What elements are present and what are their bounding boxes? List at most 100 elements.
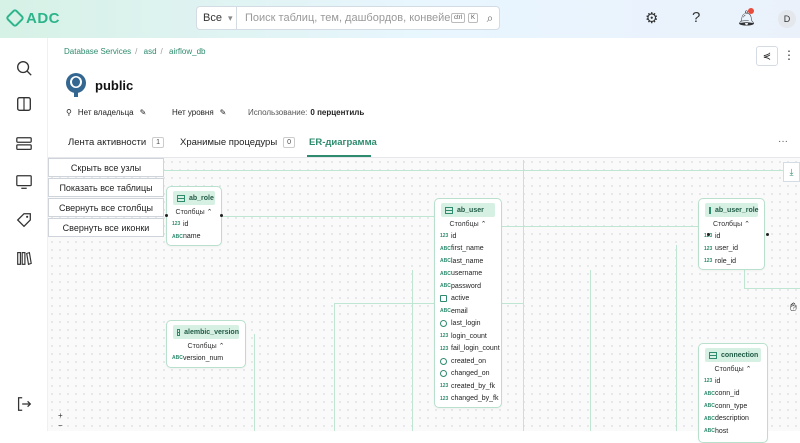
columns-toggle[interactable]: Столбцы ⌃ xyxy=(699,365,767,373)
breadcrumb: Database Services / asd / airflow_db xyxy=(64,47,206,56)
logo-text: ADC xyxy=(26,10,60,27)
data-quality-icon[interactable] xyxy=(14,134,34,154)
node-title[interactable]: ab_user xyxy=(457,207,484,214)
table-node-ab-role[interactable]: ab_role Столбцы ⌃ 123 id ABC name xyxy=(166,186,222,246)
column-row[interactable]: 123 fail_login_count xyxy=(435,343,501,356)
tag-icon[interactable] xyxy=(14,210,34,230)
columns-toggle[interactable]: Столбцы ⌃ xyxy=(699,220,764,228)
share-icon: ⋞ xyxy=(762,50,772,62)
edge xyxy=(254,334,255,431)
tabs-more-icon[interactable]: ··· xyxy=(778,136,788,147)
edit-tier-icon[interactable]: ✎ xyxy=(220,108,227,117)
logout-icon[interactable] xyxy=(14,394,34,414)
column-row[interactable]: 123 id xyxy=(167,218,221,231)
app-logo[interactable]: ADC xyxy=(5,8,60,28)
column-row[interactable]: ABC description xyxy=(699,413,767,426)
download-icon[interactable]: ⤓ xyxy=(783,162,800,182)
tier-value: Нет уровня xyxy=(172,108,214,117)
insights-monitor-icon[interactable] xyxy=(14,172,34,192)
edit-owner-icon[interactable]: ✎ xyxy=(140,108,147,117)
tab-er-diagram[interactable]: ER-диаграмма xyxy=(309,137,377,148)
show-all-tables-button[interactable]: Показать все таблицы xyxy=(48,178,164,197)
column-row[interactable]: 123 login_count xyxy=(435,330,501,343)
column-name: email xyxy=(451,307,468,315)
pan-hand-cursor-icon: ✋︎ xyxy=(790,300,797,314)
glossary-book-icon[interactable] xyxy=(14,94,34,114)
columns-toggle[interactable]: Столбцы ⌃ xyxy=(167,208,221,216)
library-icon[interactable] xyxy=(14,248,34,268)
table-icon xyxy=(177,328,181,336)
usage-value: 0 перцентиль xyxy=(310,108,365,117)
table-icon xyxy=(709,351,717,359)
explore-icon[interactable] xyxy=(14,58,34,78)
column-type: ABC xyxy=(172,355,183,362)
column-row[interactable]: ABC conn_type xyxy=(699,400,767,413)
column-row[interactable]: ABC last_name xyxy=(435,255,501,268)
column-row[interactable]: created_on xyxy=(435,355,501,368)
column-type: 123 xyxy=(440,395,449,402)
tab-stored-procedures[interactable]: Хранимые процедуры 0 xyxy=(180,137,296,148)
column-row[interactable]: ABC host xyxy=(699,425,767,438)
column-type: ABC xyxy=(440,245,451,252)
help-icon[interactable]: ? xyxy=(692,9,700,26)
zoom-in-button[interactable]: + xyxy=(58,411,63,420)
column-type: 123 xyxy=(440,233,449,240)
column-type: 123 xyxy=(440,383,449,390)
top-bar: ADC Все ▾ Поиск таблиц, тем, дашбордов, к… xyxy=(0,0,800,38)
breadcrumb-item[interactable]: airflow_db xyxy=(169,47,205,56)
collapse-all-columns-button[interactable]: Свернуть все столбцы xyxy=(48,198,164,217)
tab-count: 1 xyxy=(152,137,165,148)
collapse-all-icons-button[interactable]: Свернуть все иконки xyxy=(48,218,164,237)
zoom-out-button[interactable]: − xyxy=(58,421,63,430)
column-row[interactable]: ABC conn_id xyxy=(699,388,767,401)
column-name: user_id xyxy=(715,245,738,253)
breadcrumb-item[interactable]: asd xyxy=(144,47,157,56)
columns-label: Столбцы xyxy=(175,209,205,216)
node-header: ab_role xyxy=(173,191,215,205)
column-row[interactable]: ABC email xyxy=(435,305,501,318)
node-title[interactable]: ab_role xyxy=(189,195,214,202)
chevron-up-icon: ⌃ xyxy=(480,221,487,228)
table-node-connection[interactable]: connection Столбцы ⌃ 123 id ABC conn_id AB… xyxy=(698,343,768,443)
more-options-icon[interactable]: ⋮ xyxy=(783,48,795,62)
table-node-alembic-version[interactable]: alembic_version Столбцы ⌃ ABC version_num xyxy=(166,320,246,368)
column-row[interactable]: 123 changed_by_fk xyxy=(435,393,501,406)
column-row[interactable]: 123 role_id xyxy=(699,255,764,268)
column-name: created_by_fk xyxy=(451,382,495,390)
global-search: Все ▾ Поиск таблиц, тем, дашбордов, конве… xyxy=(196,6,500,30)
node-title[interactable]: alembic_version xyxy=(184,329,239,336)
column-row[interactable]: 123 user_id xyxy=(699,243,764,256)
column-type: ABC xyxy=(172,233,183,240)
column-row[interactable]: active xyxy=(435,293,501,306)
search-input[interactable]: Поиск таблиц, тем, дашбордов, конвейеров… xyxy=(237,12,451,24)
column-row[interactable]: 123 id xyxy=(699,230,764,243)
column-row[interactable]: ABC first_name xyxy=(435,243,501,256)
settings-gear-icon[interactable]: ⚙ xyxy=(645,9,658,27)
node-title[interactable]: connection xyxy=(721,352,758,359)
column-row[interactable]: changed_on xyxy=(435,368,501,381)
column-row[interactable]: ABC password xyxy=(435,280,501,293)
column-row[interactable]: ABC username xyxy=(435,268,501,281)
table-node-ab-user[interactable]: ab_user Столбцы ⌃ 123 id ABC first_name AB… xyxy=(434,198,502,408)
column-row[interactable]: 123 id xyxy=(699,375,767,388)
column-name: name xyxy=(183,233,201,241)
columns-toggle[interactable]: Столбцы ⌃ xyxy=(167,342,245,350)
hide-all-nodes-button[interactable]: Скрыть все узлы xyxy=(48,158,164,177)
column-type: 123 xyxy=(440,333,449,340)
column-row[interactable]: 123 created_by_fk xyxy=(435,380,501,393)
share-button[interactable]: ⋞ xyxy=(756,46,778,66)
search-icon[interactable]: ⌕ xyxy=(481,11,499,26)
column-type: 123 xyxy=(704,245,713,252)
search-scope-select[interactable]: Все ▾ xyxy=(197,7,237,29)
column-row[interactable]: ABC name xyxy=(167,231,221,244)
breadcrumb-item[interactable]: Database Services xyxy=(64,47,131,56)
columns-toggle[interactable]: Столбцы ⌃ xyxy=(435,220,501,228)
usage-label: Использование: xyxy=(248,108,308,117)
user-avatar[interactable]: D xyxy=(778,10,796,28)
node-title[interactable]: ab_user_role xyxy=(715,207,759,214)
tab-activity-feed[interactable]: Лента активности 1 xyxy=(68,137,165,148)
node-header: alembic_version xyxy=(173,325,239,339)
column-row[interactable]: 123 id xyxy=(435,230,501,243)
column-row[interactable]: last_login xyxy=(435,318,501,331)
column-row[interactable]: ABC version_num xyxy=(167,352,245,365)
